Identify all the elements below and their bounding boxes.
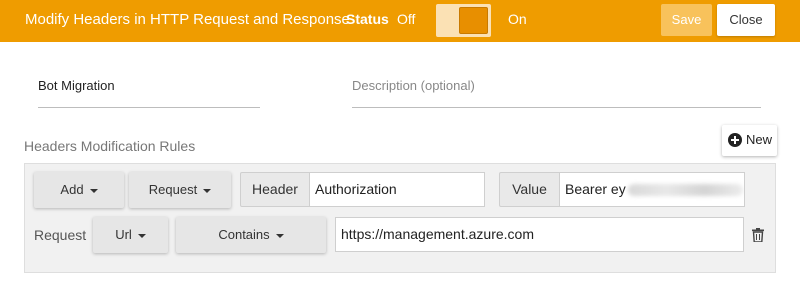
header-value-input[interactable]: Bearer ey bbox=[559, 172, 745, 207]
condition-operator-label: Contains bbox=[218, 227, 270, 242]
action-dropdown[interactable]: Add bbox=[34, 172, 124, 208]
condition-value-input[interactable]: https://management.azure.com bbox=[335, 217, 744, 252]
description-field[interactable]: Description (optional) bbox=[352, 76, 761, 108]
top-bar: Modify Headers in HTTP Request and Respo… bbox=[0, 0, 800, 42]
save-button[interactable]: Save bbox=[661, 4, 712, 36]
condition-field-dropdown[interactable]: Url bbox=[93, 217, 168, 253]
plus-circle-icon bbox=[728, 133, 742, 147]
status-toggle[interactable] bbox=[436, 4, 491, 37]
name-value: Bot Migration bbox=[38, 78, 115, 93]
action-dropdown-label: Add bbox=[60, 182, 84, 197]
caret-down-icon bbox=[203, 188, 212, 193]
target-dropdown-label: Request bbox=[148, 182, 198, 197]
header-name-input[interactable]: Authorization bbox=[309, 172, 485, 207]
header-value-text: Bearer ey bbox=[565, 181, 626, 197]
condition-field-label: Url bbox=[115, 227, 132, 242]
redacted-token bbox=[627, 184, 743, 197]
header-name-value: Authorization bbox=[315, 181, 397, 197]
caret-down-icon bbox=[89, 188, 98, 193]
section-label: Headers Modification Rules bbox=[24, 138, 196, 154]
header-addon: Header bbox=[240, 172, 310, 207]
close-button[interactable]: Close bbox=[717, 4, 775, 36]
condition-operator-dropdown[interactable]: Contains bbox=[176, 217, 326, 253]
new-rule-button[interactable]: New bbox=[722, 125, 777, 156]
status-on-label: On bbox=[508, 11, 527, 27]
caret-down-icon bbox=[137, 233, 146, 238]
description-placeholder: Description (optional) bbox=[352, 78, 475, 93]
condition-label: Request bbox=[34, 227, 87, 243]
target-dropdown[interactable]: Request bbox=[129, 172, 231, 208]
new-rule-label: New bbox=[746, 132, 773, 147]
toggle-knob[interactable] bbox=[459, 7, 488, 34]
value-addon: Value bbox=[499, 172, 560, 207]
status-label: Status bbox=[346, 11, 389, 27]
status-off-label: Off bbox=[397, 11, 416, 27]
condition-value-text: https://management.azure.com bbox=[341, 226, 534, 242]
trash-icon[interactable] bbox=[752, 228, 764, 242]
caret-down-icon bbox=[275, 233, 284, 238]
name-field[interactable]: Bot Migration bbox=[38, 76, 260, 108]
app-title: Modify Headers in HTTP Request and Respo… bbox=[25, 11, 350, 28]
